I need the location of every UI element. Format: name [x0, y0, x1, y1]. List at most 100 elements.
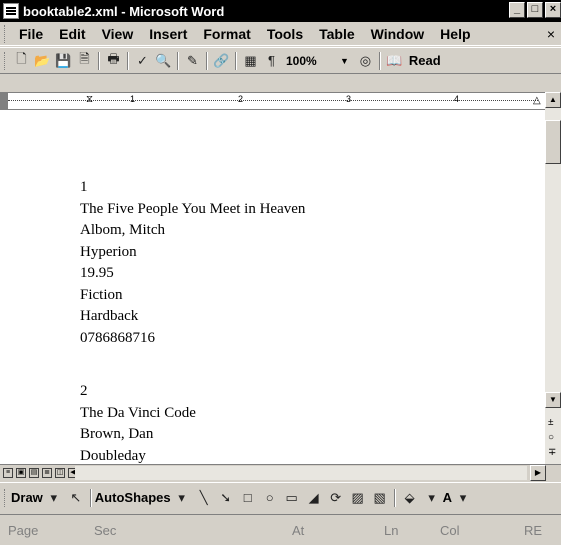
- menu-help[interactable]: Help: [432, 26, 478, 42]
- scroll-right-button[interactable]: ▶: [530, 465, 546, 481]
- chevron-down-icon[interactable]: ▾: [423, 489, 441, 507]
- fill-color-icon[interactable]: ⬙: [401, 489, 419, 507]
- arrow-icon[interactable]: ➘: [217, 489, 235, 507]
- reading-layout-view-icon[interactable]: ◫: [55, 467, 65, 478]
- line-icon[interactable]: ╲: [195, 489, 213, 507]
- ruler-number: 4: [454, 94, 460, 104]
- record-author: Albom, Mitch: [80, 222, 165, 238]
- next-page-icon[interactable]: ∓: [548, 447, 556, 458]
- horizontal-scrollbar-track[interactable]: [75, 466, 527, 480]
- read-button[interactable]: Read: [409, 53, 441, 68]
- status-at: At: [292, 523, 305, 538]
- record-author: Brown, Dan: [80, 426, 154, 442]
- chevron-down-icon[interactable]: ▾: [173, 489, 191, 507]
- record-publisher: Hyperion: [80, 243, 137, 260]
- menu-table[interactable]: Table: [311, 26, 363, 42]
- record-isbn: 0786868716: [80, 329, 155, 346]
- document-map-icon[interactable]: ▦: [241, 51, 260, 70]
- word-window: booktable2.xml - Microsoft Word _ □ × Fi…: [0, 0, 561, 545]
- font-color-button[interactable]: A: [443, 490, 452, 505]
- menu-edit[interactable]: Edit: [51, 26, 93, 42]
- toolbar-grip[interactable]: [4, 51, 7, 70]
- menu-insert[interactable]: Insert: [141, 26, 195, 42]
- rectangle-icon[interactable]: □: [239, 489, 257, 507]
- permission-icon[interactable]: 🗎: [75, 51, 94, 70]
- record-format: Hardback: [80, 308, 139, 324]
- wordart-icon[interactable]: ◢: [305, 489, 323, 507]
- toolbar-separator: [206, 51, 208, 70]
- browse-object-icon[interactable]: ○: [548, 432, 554, 443]
- web-layout-view-icon[interactable]: ▣: [16, 467, 26, 478]
- record-price: 19.95: [80, 265, 114, 281]
- text-box-icon[interactable]: ▭: [283, 489, 301, 507]
- menu-format[interactable]: Format: [195, 26, 258, 42]
- insert-hyperlink-icon[interactable]: 🔗: [212, 51, 231, 70]
- clip-art-icon[interactable]: ▨: [349, 489, 367, 507]
- status-bar: Page Sec At Ln Col RE: [0, 514, 561, 545]
- scroll-down-button[interactable]: ▼: [545, 392, 561, 408]
- normal-view-icon[interactable]: ≡: [3, 467, 13, 478]
- oval-icon[interactable]: ○: [261, 489, 279, 507]
- menu-tools[interactable]: Tools: [259, 26, 311, 42]
- scroll-thumb[interactable]: [545, 120, 561, 164]
- close-button[interactable]: ×: [545, 2, 561, 18]
- ruler-number: 3: [346, 94, 352, 104]
- toolbar-grip[interactable]: [4, 488, 7, 507]
- title-bar[interactable]: booktable2.xml - Microsoft Word _ □ ×: [0, 0, 561, 22]
- toolbar-separator: [89, 488, 92, 507]
- toolbar-grip[interactable]: [4, 24, 7, 43]
- record-id: 2: [80, 383, 88, 399]
- save-icon[interactable]: 💾: [54, 51, 73, 70]
- window-title: booktable2.xml - Microsoft Word: [23, 3, 225, 19]
- ruler-number: 1: [130, 94, 136, 104]
- scroll-up-button[interactable]: ▲: [545, 92, 561, 108]
- open-folder-icon[interactable]: 📂: [33, 51, 52, 70]
- chevron-down-icon[interactable]: ▼: [340, 56, 349, 66]
- menu-bar: File Edit View Insert Format Tools Table…: [0, 22, 561, 46]
- new-document-icon[interactable]: 🗋: [12, 51, 31, 70]
- right-indent-marker-icon[interactable]: △: [533, 95, 541, 106]
- indent-marker-icon[interactable]: ⧖: [86, 94, 93, 105]
- word-document-icon[interactable]: [3, 3, 19, 19]
- window-controls: _ □ ×: [507, 2, 561, 18]
- select-objects-icon[interactable]: ↖: [67, 489, 85, 507]
- toolbar-separator: [98, 51, 100, 70]
- document-text[interactable]: 1 The Five People You Meet in Heaven Alb…: [80, 177, 305, 464]
- help-icon[interactable]: ◎: [356, 51, 375, 70]
- toolbar-separator: [235, 51, 237, 70]
- status-page: Page: [8, 523, 39, 538]
- menu-window[interactable]: Window: [363, 26, 433, 42]
- maximize-button[interactable]: □: [527, 2, 543, 18]
- outline-view-icon[interactable]: ≣: [42, 467, 52, 478]
- previous-page-icon[interactable]: ±: [548, 417, 554, 428]
- format-painter-icon[interactable]: ✎: [183, 51, 202, 70]
- drawing-toolbar: Draw ▾ ↖ AutoShapes ▾ ╲ ➘ □ ○ ▭ ◢ ⟳ ▨ ▧ …: [0, 482, 561, 512]
- record-id: 1: [80, 179, 88, 195]
- zoom-select[interactable]: 100%: [286, 54, 340, 68]
- chevron-down-icon[interactable]: ▾: [454, 489, 472, 507]
- picture-icon[interactable]: ▧: [371, 489, 389, 507]
- horizontal-scroll-area: ≡ ▣ ▤ ≣ ◫ ◀ ▶: [0, 464, 561, 481]
- horizontal-ruler[interactable]: ⧖ 1 2 3 4 △: [0, 92, 545, 110]
- autoshapes-menu-button[interactable]: AutoShapes: [95, 490, 171, 505]
- research-icon[interactable]: 🔍: [154, 51, 173, 70]
- draw-menu-button[interactable]: Draw: [11, 490, 43, 505]
- record-publisher: Doubleday: [80, 447, 146, 464]
- diagram-icon[interactable]: ⟳: [327, 489, 345, 507]
- show-formatting-icon[interactable]: ¶: [262, 51, 281, 70]
- menu-view[interactable]: View: [94, 26, 142, 42]
- vertical-scrollbar[interactable]: ▲ ▼ ± ○ ∓: [545, 92, 561, 464]
- toolbar-separator: [378, 51, 381, 70]
- menu-file[interactable]: File: [11, 26, 51, 42]
- record-genre: Fiction: [80, 286, 123, 303]
- close-document-button[interactable]: ×: [547, 26, 555, 42]
- spelling-icon[interactable]: ✓: [133, 51, 152, 70]
- record-title: The Five People You Meet in Heaven: [80, 200, 306, 217]
- minimize-button[interactable]: _: [509, 2, 525, 18]
- print-layout-view-icon[interactable]: ▤: [29, 467, 39, 478]
- print-icon[interactable]: 🖶: [104, 51, 123, 70]
- document-area[interactable]: 1 The Five People You Meet in Heaven Alb…: [0, 110, 545, 464]
- read-icon[interactable]: 📖: [385, 51, 404, 70]
- ruler-margin: [0, 93, 8, 110]
- chevron-down-icon[interactable]: ▾: [45, 489, 63, 507]
